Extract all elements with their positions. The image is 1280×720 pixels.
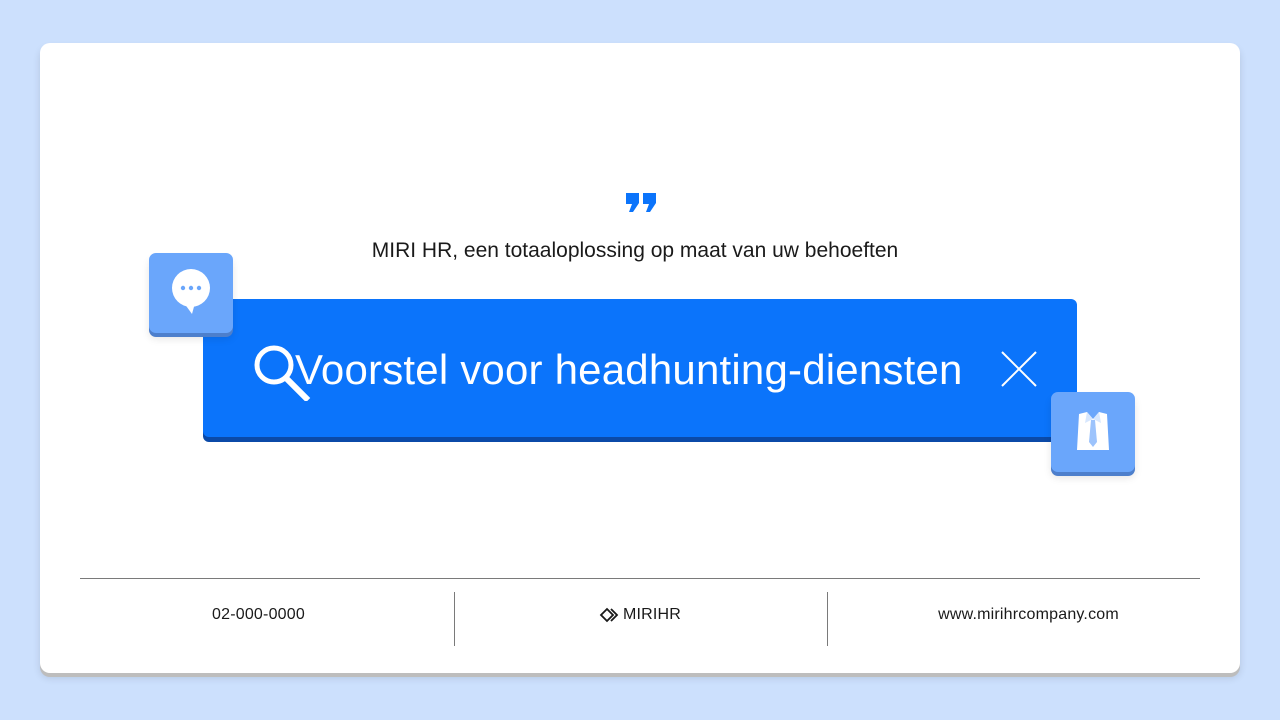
close-icon[interactable] [999, 349, 1039, 389]
footer-divider [80, 578, 1200, 579]
shirt-tile [1051, 392, 1135, 472]
website-link[interactable]: www.mirihrcompany.com [840, 606, 1217, 624]
phone-number: 02-000-0000 [212, 606, 305, 623]
search-bar[interactable]: Voorstel voor headhunting-diensten [203, 299, 1077, 437]
footer-separator [454, 592, 455, 646]
shirt-tie-icon [1077, 412, 1109, 450]
chat-tile [149, 253, 233, 333]
diamond-logo-icon [599, 607, 619, 623]
slide-card: MIRI HR, een totaaloplossing op maat van… [40, 43, 1240, 673]
quote-icon [626, 193, 656, 212]
footer-separator [827, 592, 828, 646]
brand: MIRIHR [470, 606, 810, 624]
search-query-text[interactable]: Voorstel voor headhunting-diensten [295, 346, 963, 394]
chat-bubble-icon [172, 269, 210, 314]
brand-name: MIRIHR [622, 606, 682, 623]
